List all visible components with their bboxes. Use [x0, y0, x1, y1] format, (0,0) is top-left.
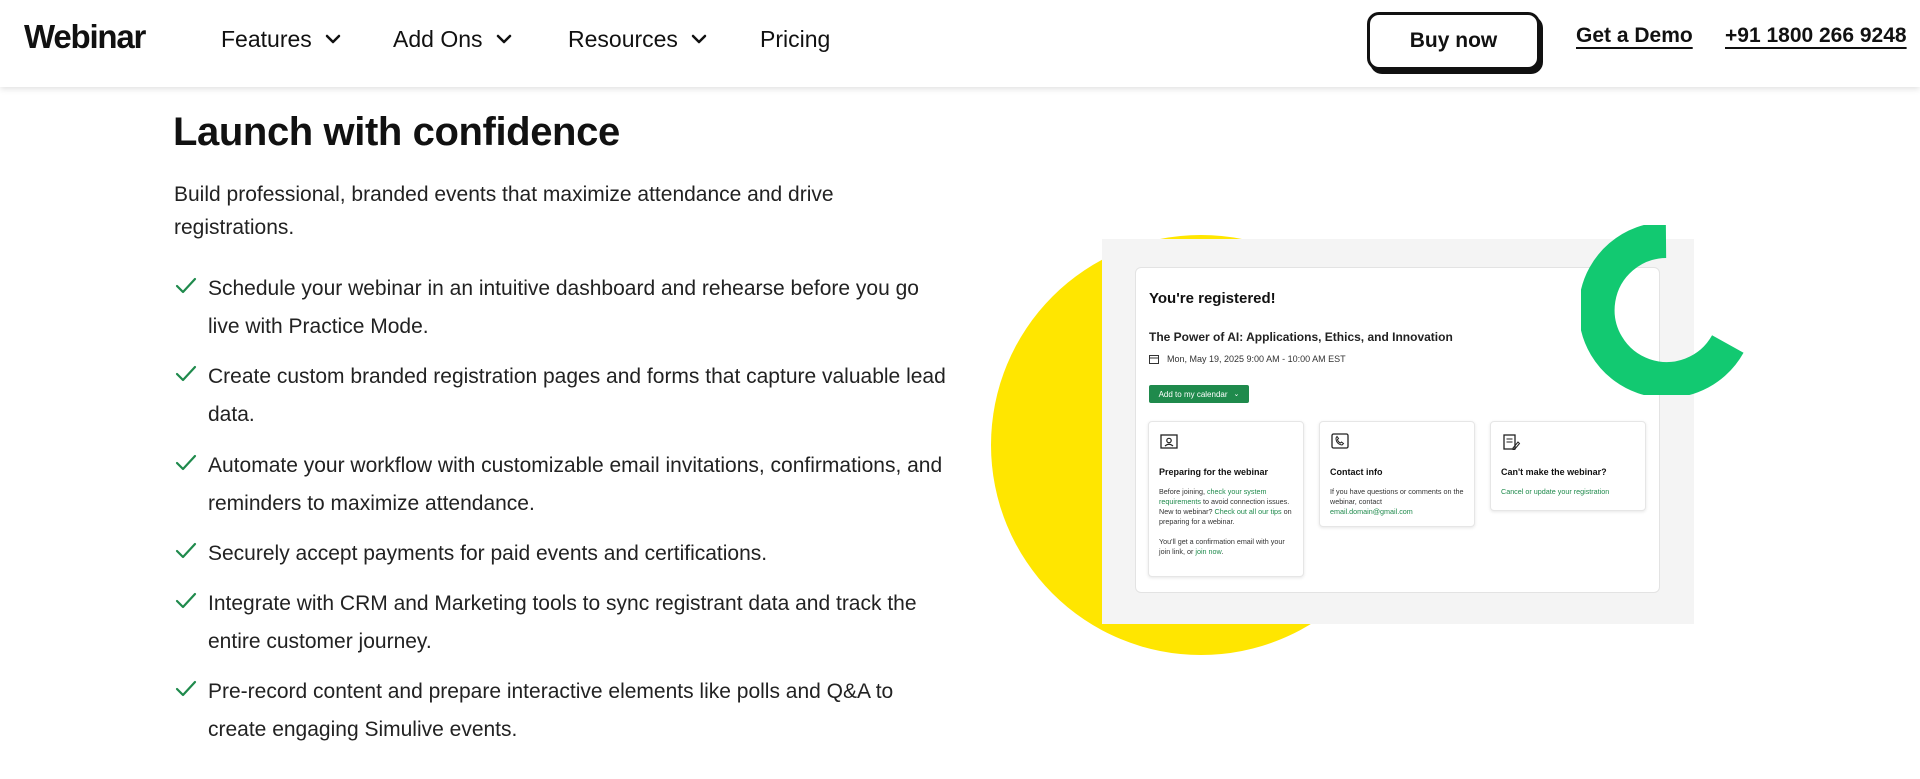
chevron-down-icon [325, 34, 341, 44]
check-icon [175, 680, 197, 697]
preparing-text: Before joining, [1159, 487, 1207, 496]
chevron-down-icon: ⌄ [1233, 391, 1240, 398]
phone-link[interactable]: +91 1800 266 9248 [1725, 24, 1907, 48]
calendar-icon [1149, 355, 1159, 364]
join-now-link[interactable]: join now [1195, 547, 1221, 556]
contact-card: Contact info If you have questions or co… [1319, 421, 1475, 527]
preparing-card-body: Before joining, check your system requir… [1159, 487, 1293, 557]
contact-email-link[interactable]: email.domain@gmail.com [1330, 507, 1413, 516]
nav-pricing[interactable]: Pricing [760, 24, 830, 54]
nav-resources[interactable]: Resources [568, 24, 708, 54]
feature-text: Automate your workflow with customizable… [208, 454, 943, 515]
cant-make-card-title: Can't make the webinar? [1501, 467, 1607, 477]
preparing-card-title: Preparing for the webinar [1159, 467, 1269, 477]
nav-features-label: Features [221, 25, 312, 52]
nav-resources-label: Resources [568, 25, 678, 52]
cant-make-card-body: Cancel or update your registration [1501, 487, 1635, 497]
contact-card-title: Contact info [1330, 467, 1383, 477]
phone-icon [1331, 433, 1349, 449]
add-to-calendar-label: Add to my calendar [1158, 389, 1228, 399]
cancel-registration-link[interactable]: Cancel or update your registration [1501, 487, 1609, 496]
check-icon [175, 592, 197, 609]
registered-title: You're registered! [1149, 290, 1276, 307]
event-date-text: Mon, May 19, 2025 9:00 AM - 10:00 AM EST [1167, 354, 1346, 364]
nav-features[interactable]: Features [221, 24, 342, 54]
feature-text: Schedule your webinar in an intuitive da… [208, 277, 919, 338]
add-to-calendar-button[interactable]: Add to my calendar ⌄ [1149, 385, 1249, 403]
feature-item: Pre-record content and prepare interacti… [174, 673, 954, 749]
webinar-logo[interactable]: Webinar [24, 18, 146, 56]
feature-text: Create custom branded registration pages… [208, 365, 946, 426]
check-icon [175, 542, 197, 559]
presenter-icon [1160, 434, 1178, 449]
cant-make-card: Can't make the webinar? Cancel or update… [1490, 421, 1646, 511]
site-header: Webinar Features Add Ons Resources Prici… [0, 0, 1920, 87]
event-date: Mon, May 19, 2025 9:00 AM - 10:00 AM EST [1149, 354, 1346, 364]
section-headline: Launch with confidence [173, 110, 620, 154]
green-ring-decoration [1581, 225, 1744, 395]
feature-item: Securely accept payments for paid events… [174, 535, 954, 573]
feature-text: Pre-record content and prepare interacti… [208, 680, 894, 741]
feature-item: Schedule your webinar in an intuitive da… [174, 270, 954, 346]
feature-text: Securely accept payments for paid events… [208, 542, 768, 565]
feature-item: Create custom branded registration pages… [174, 358, 954, 434]
feature-text: Integrate with CRM and Marketing tools t… [208, 592, 917, 653]
check-icon [175, 454, 197, 471]
nav-pricing-label: Pricing [760, 25, 831, 52]
preparing-card: Preparing for the webinar Before joining… [1148, 421, 1304, 577]
nav-add-ons[interactable]: Add Ons [393, 24, 513, 54]
chevron-down-icon [496, 34, 511, 44]
chevron-down-icon [691, 34, 707, 44]
registration-illustration: You're registered! The Power of AI: Appl… [985, 225, 1765, 675]
section-intro: Build professional, branded events that … [174, 183, 834, 239]
contact-text: If you have questions or comments on the… [1330, 487, 1464, 506]
event-name: The Power of AI: Applications, Ethics, a… [1149, 330, 1453, 344]
contact-card-body: If you have questions or comments on the… [1330, 487, 1464, 517]
feature-item: Integrate with CRM and Marketing tools t… [174, 585, 954, 661]
buy-now-button[interactable]: Buy now [1367, 12, 1540, 70]
tips-link[interactable]: Check out all our tips [1215, 507, 1282, 516]
check-icon [175, 277, 197, 294]
nav-add-ons-label: Add Ons [393, 25, 483, 52]
get-demo-link[interactable]: Get a Demo [1576, 24, 1693, 48]
clipboard-edit-icon [1503, 434, 1521, 450]
check-icon [175, 365, 197, 382]
preparing-text: . [1221, 547, 1224, 556]
feature-item: Automate your workflow with customizable… [174, 447, 954, 523]
